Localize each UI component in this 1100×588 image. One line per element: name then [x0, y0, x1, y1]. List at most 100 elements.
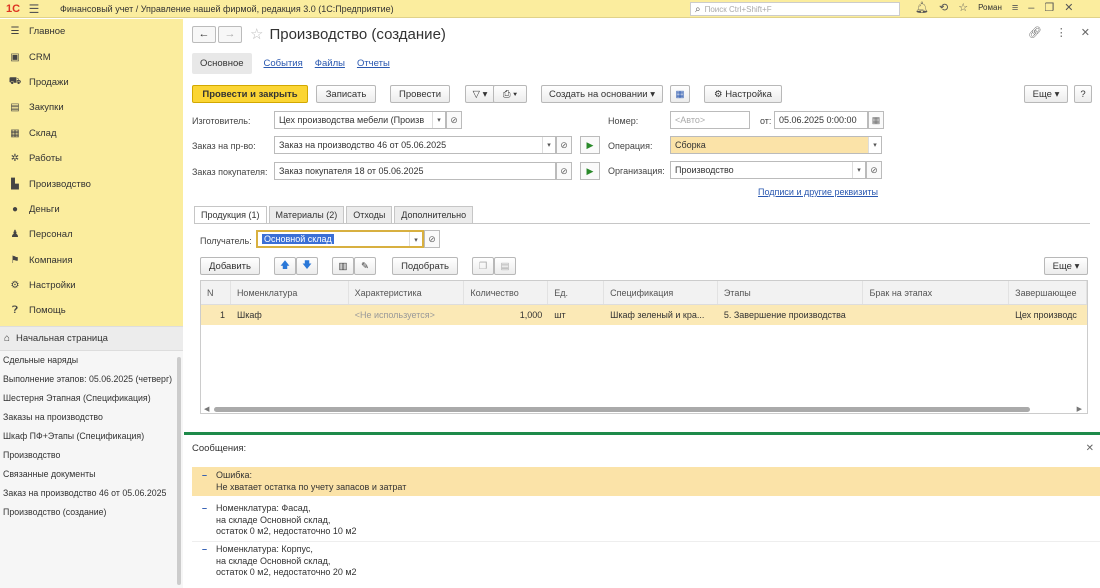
- production-order-open-button[interactable]: ⊘: [556, 136, 572, 154]
- move-up-button[interactable]: 🡅: [274, 257, 296, 275]
- date-field[interactable]: 05.06.2025 0:00:00: [774, 111, 868, 129]
- sidebar-item-sales[interactable]: ⛟ Продажи: [0, 70, 183, 95]
- cell-unit[interactable]: шт: [548, 305, 604, 325]
- nav-item[interactable]: Заказ на производство 46 от 05.06.2025: [0, 484, 183, 503]
- organization-field[interactable]: Производство ▾: [670, 161, 866, 179]
- cell-stages[interactable]: 5. Завершение производства: [718, 305, 864, 325]
- nav-item[interactable]: Производство: [0, 446, 183, 465]
- col-final[interactable]: Завершающее: [1009, 281, 1087, 304]
- col-specification[interactable]: Спецификация: [604, 281, 718, 304]
- col-defect[interactable]: Брак на этапах: [863, 281, 1010, 304]
- main-menu-icon[interactable]: ☰: [26, 2, 42, 16]
- message-item[interactable]: – Номенклатура: Фасад, на складе Основно…: [192, 500, 1100, 543]
- col-quantity[interactable]: Количество: [464, 281, 549, 304]
- chevron-down-icon[interactable]: ▾: [432, 112, 445, 128]
- history-icon[interactable]: ⟲: [939, 1, 948, 14]
- recipient-field[interactable]: Основной склад ▾: [256, 230, 424, 248]
- close-form-icon[interactable]: ✕: [1081, 26, 1090, 39]
- nav-scrollbar[interactable]: [177, 357, 181, 585]
- post-and-close-button[interactable]: Провести и закрыть: [192, 85, 308, 103]
- print-dropdown-button[interactable]: ⎙ ▾: [493, 85, 527, 103]
- copy-button[interactable]: ❐: [472, 257, 494, 275]
- sidebar-item-help[interactable]: ❓︎ Помощь: [0, 298, 183, 323]
- operation-field[interactable]: Сборка ▾: [670, 136, 882, 154]
- scroll-right-icon[interactable]: ▶: [1077, 405, 1082, 413]
- chevron-down-icon[interactable]: ▾: [409, 232, 422, 246]
- more-button[interactable]: Еще ▾: [1024, 85, 1068, 103]
- tab-materials[interactable]: Материалы (2): [268, 206, 345, 223]
- back-button[interactable]: ←: [192, 25, 216, 43]
- nav-home-item[interactable]: ⌂ Начальная страница: [0, 327, 183, 351]
- sidebar-item-settings[interactable]: ⚙ Настройки: [0, 273, 183, 298]
- nav-item[interactable]: Шкаф ПФ+Этапы (Спецификация): [0, 427, 183, 446]
- sidebar-item-personnel[interactable]: ♟ Персонал: [0, 222, 183, 247]
- fill-from-order-button[interactable]: ▶: [580, 136, 600, 154]
- col-unit[interactable]: Ед.: [548, 281, 605, 304]
- nav-item[interactable]: Выполнение этапов: 05.06.2025 (четверг): [0, 370, 183, 389]
- nav-item[interactable]: Шестерня Этапная (Спецификация): [0, 389, 183, 408]
- more-vertical-icon[interactable]: ⋮: [1056, 26, 1067, 39]
- star-icon[interactable]: ☆: [958, 1, 968, 14]
- settings-button[interactable]: ⚙ Настройка: [704, 85, 782, 103]
- cell-n[interactable]: 1: [201, 305, 231, 325]
- manufacturer-field[interactable]: Цех производства мебели (Произв ▾: [274, 111, 446, 129]
- pick-button[interactable]: Подобрать: [392, 257, 458, 275]
- chevron-down-icon[interactable]: ▾: [852, 162, 865, 178]
- message-item[interactable]: – Номенклатура: Корпус, на складе Основн…: [192, 541, 1100, 582]
- settings-menu-icon[interactable]: ≡: [1012, 2, 1018, 14]
- col-nomenclature[interactable]: Номенклатура: [231, 281, 349, 304]
- fill-from-customer-order-button[interactable]: ▶: [580, 162, 600, 180]
- cell-nomenclature[interactable]: Шкаф: [231, 305, 349, 325]
- save-button[interactable]: Записать: [316, 85, 376, 103]
- nav-item[interactable]: Заказы на производство: [0, 408, 183, 427]
- sidebar-item-crm[interactable]: ▣ CRM: [0, 44, 183, 69]
- scroll-left-icon[interactable]: ◀: [204, 405, 209, 413]
- chevron-down-icon[interactable]: ▾: [868, 137, 881, 153]
- global-search-input[interactable]: ⌕ Поиск Ctrl+Shift+F: [690, 2, 900, 16]
- col-n[interactable]: N: [201, 281, 231, 304]
- cell-final[interactable]: Цех производс: [1009, 305, 1087, 325]
- table-settings-button[interactable]: ▤: [494, 257, 516, 275]
- manufacturer-open-button[interactable]: ⊘: [446, 111, 462, 129]
- nav-item[interactable]: Производство (создание): [0, 503, 183, 522]
- chevron-down-icon[interactable]: ▾: [542, 137, 555, 153]
- move-down-button[interactable]: 🡇: [296, 257, 318, 275]
- add-row-button[interactable]: Добавить: [200, 257, 260, 275]
- sidebar-item-purchases[interactable]: ▤ Закупки: [0, 95, 183, 120]
- production-order-field[interactable]: Заказ на производство 46 от 05.06.2025 ▾: [274, 136, 556, 154]
- tab-files[interactable]: Файлы: [315, 58, 345, 69]
- filter-dropdown-button[interactable]: ▽ ▾: [465, 85, 495, 103]
- messages-divider[interactable]: [184, 432, 1100, 435]
- post-button[interactable]: Провести: [390, 85, 450, 103]
- scroll-thumb[interactable]: [214, 407, 1030, 412]
- forward-button[interactable]: →: [218, 25, 242, 43]
- cell-defect[interactable]: [864, 305, 1010, 325]
- sidebar-item-warehouse[interactable]: ▦ Склад: [0, 121, 183, 146]
- tab-waste[interactable]: Отходы: [346, 206, 393, 223]
- recipient-open-button[interactable]: ⊘: [424, 230, 440, 248]
- signatures-link[interactable]: Подписи и другие реквизиты: [758, 187, 878, 197]
- calendar-button[interactable]: ▦: [868, 111, 884, 129]
- tab-additional[interactable]: Дополнительно: [394, 206, 474, 223]
- tab-reports[interactable]: Отчеты: [357, 58, 390, 69]
- table-row[interactable]: 1 Шкаф <Не используется> 1,000 шт Шкаф з…: [201, 305, 1087, 325]
- cell-quantity[interactable]: 1,000: [464, 305, 548, 325]
- user-name[interactable]: Роман: [978, 3, 1002, 12]
- tab-main[interactable]: Основное: [192, 53, 252, 74]
- nav-item[interactable]: Сдельные наряды: [0, 351, 183, 370]
- help-button[interactable]: ?: [1074, 85, 1092, 103]
- close-icon[interactable]: ✕: [1064, 1, 1073, 14]
- table-hscrollbar[interactable]: ◀ ▶: [200, 405, 1088, 414]
- minimize-icon[interactable]: –: [1028, 2, 1034, 14]
- tab-events[interactable]: События: [264, 58, 303, 69]
- barcode-button[interactable]: ▥: [332, 257, 354, 275]
- number-field[interactable]: <Авто>: [670, 111, 750, 129]
- col-characteristic[interactable]: Характеристика: [349, 281, 465, 304]
- sidebar-item-company[interactable]: ⚑ Компания: [0, 248, 183, 273]
- tab-products[interactable]: Продукция (1): [194, 206, 267, 223]
- customer-order-field[interactable]: Заказ покупателя 18 от 05.06.2025: [274, 162, 556, 180]
- col-stages[interactable]: Этапы: [718, 281, 864, 304]
- link-icon[interactable]: 🔗︎: [1028, 26, 1042, 39]
- sidebar-item-works[interactable]: ✲ Работы: [0, 146, 183, 171]
- sidebar-item-production[interactable]: ▙ Производство: [0, 171, 183, 196]
